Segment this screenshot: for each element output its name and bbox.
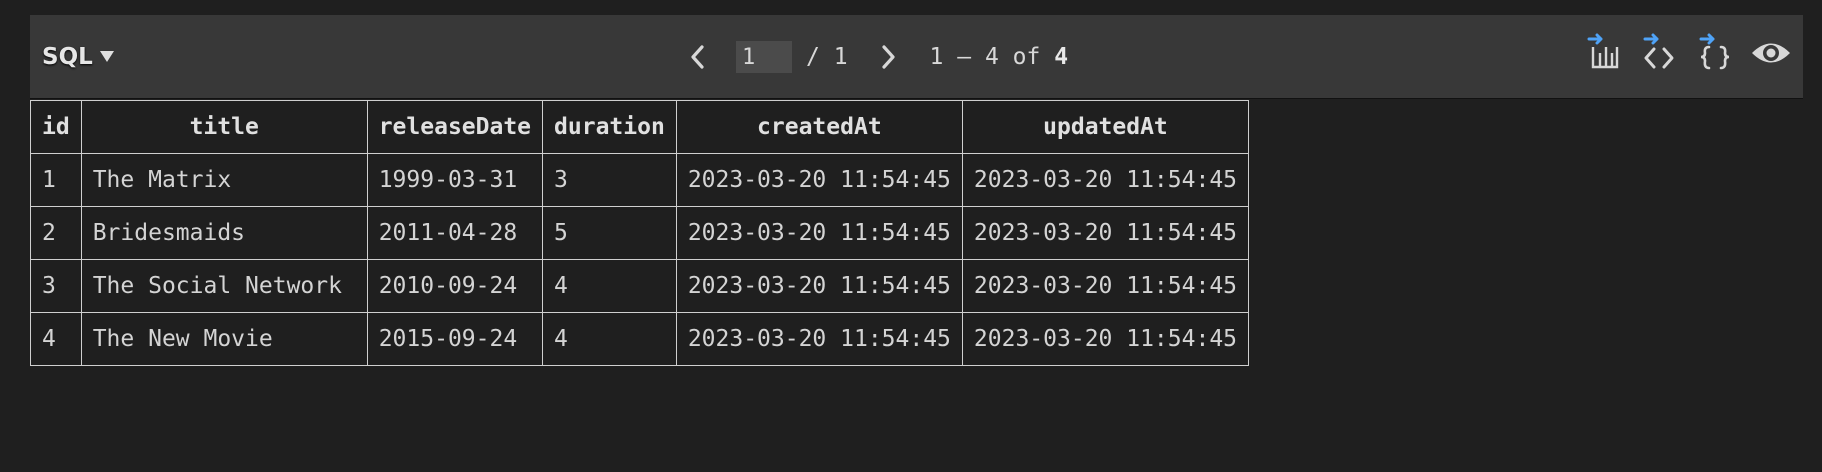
cell-title[interactable]: The Social Network [80,259,368,313]
cell-duration[interactable]: 4 [542,312,677,366]
cell-createdat[interactable]: 2023-03-20 11:54:45 [675,259,963,313]
cell-updatedat[interactable]: 2023-03-20 11:54:45 [961,206,1250,260]
cell-duration[interactable]: 5 [542,206,677,260]
cell-createdat[interactable]: 2023-03-20 11:54:45 [675,206,963,260]
cell-id[interactable]: 3 [30,259,82,313]
cell-releasedate[interactable]: 2011-04-28 [366,206,544,260]
column-header-duration[interactable]: duration [542,100,677,154]
cell-releasedate[interactable]: 2015-09-24 [366,312,544,366]
eye-icon [1752,43,1790,63]
range-separator: – [943,44,985,70]
cell-releasedate[interactable]: 1999-03-31 [366,153,544,207]
cell-id[interactable]: 1 [30,153,82,207]
column-header-id[interactable]: id [30,100,82,154]
range-start: 1 [929,44,944,70]
pagination: / 1 1 – 4 of 4 [680,37,1068,77]
total-pages: / 1 [806,44,848,70]
next-page-button[interactable] [872,40,906,74]
cell-createdat[interactable]: 2023-03-20 11:54:45 [675,153,963,207]
preview-button[interactable] [1749,31,1793,75]
cell-createdat[interactable]: 2023-03-20 11:54:45 [675,312,963,366]
cell-duration[interactable]: 4 [542,259,677,313]
table-row: 2 Bridesmaids 2011-04-28 5 2023-03-20 11… [30,206,1250,260]
chevron-left-icon [691,45,704,69]
range-end: 4 [984,44,999,70]
column-header-releasedate[interactable]: releaseDate [366,100,544,154]
cell-id[interactable]: 4 [30,312,82,366]
export-csv-button[interactable] [1581,31,1625,75]
table-row: 4 The New Movie 2015-09-24 4 2023-03-20 … [30,312,1250,366]
cell-title[interactable]: Bridesmaids [80,206,368,260]
results-toolbar: SQL / 1 1 – 4 of 4 [30,15,1803,99]
cell-id[interactable]: 2 [30,206,82,260]
export-html-button[interactable] [1637,31,1681,75]
export-json-icon [1699,33,1730,70]
cell-updatedat[interactable]: 2023-03-20 11:54:45 [961,312,1250,366]
cell-title[interactable]: The New Movie [80,312,368,366]
results-table: id title releaseDate duration createdAt … [30,100,1250,366]
export-code-icon [1643,33,1674,69]
caret-down-icon [99,48,115,67]
cell-releasedate[interactable]: 2010-09-24 [366,259,544,313]
export-json-button[interactable] [1693,31,1737,75]
cell-updatedat[interactable]: 2023-03-20 11:54:45 [961,153,1250,207]
range-of: of [998,44,1055,70]
language-label: SQL [42,44,93,70]
column-header-title[interactable]: title [80,100,368,154]
column-header-createdat[interactable]: createdAt [675,100,963,154]
table-row: 1 The Matrix 1999-03-31 3 2023-03-20 11:… [30,153,1250,207]
language-select[interactable]: SQL [42,40,115,74]
row-range-text: 1 – 4 of 4 [930,44,1069,70]
cell-title[interactable]: The Matrix [80,153,368,207]
column-header-updatedat[interactable]: updatedAt [961,100,1250,154]
table-header-row: id title releaseDate duration createdAt … [30,100,1250,154]
export-actions [1581,31,1793,75]
total-rows: 4 [1054,44,1069,70]
page-number-input[interactable] [736,41,792,73]
export-table-icon [1587,33,1619,69]
table-row: 3 The Social Network 2010-09-24 4 2023-0… [30,259,1250,313]
cell-updatedat[interactable]: 2023-03-20 11:54:45 [961,259,1250,313]
cell-duration[interactable]: 3 [542,153,677,207]
chevron-right-icon [881,45,895,69]
previous-page-button[interactable] [680,40,714,74]
